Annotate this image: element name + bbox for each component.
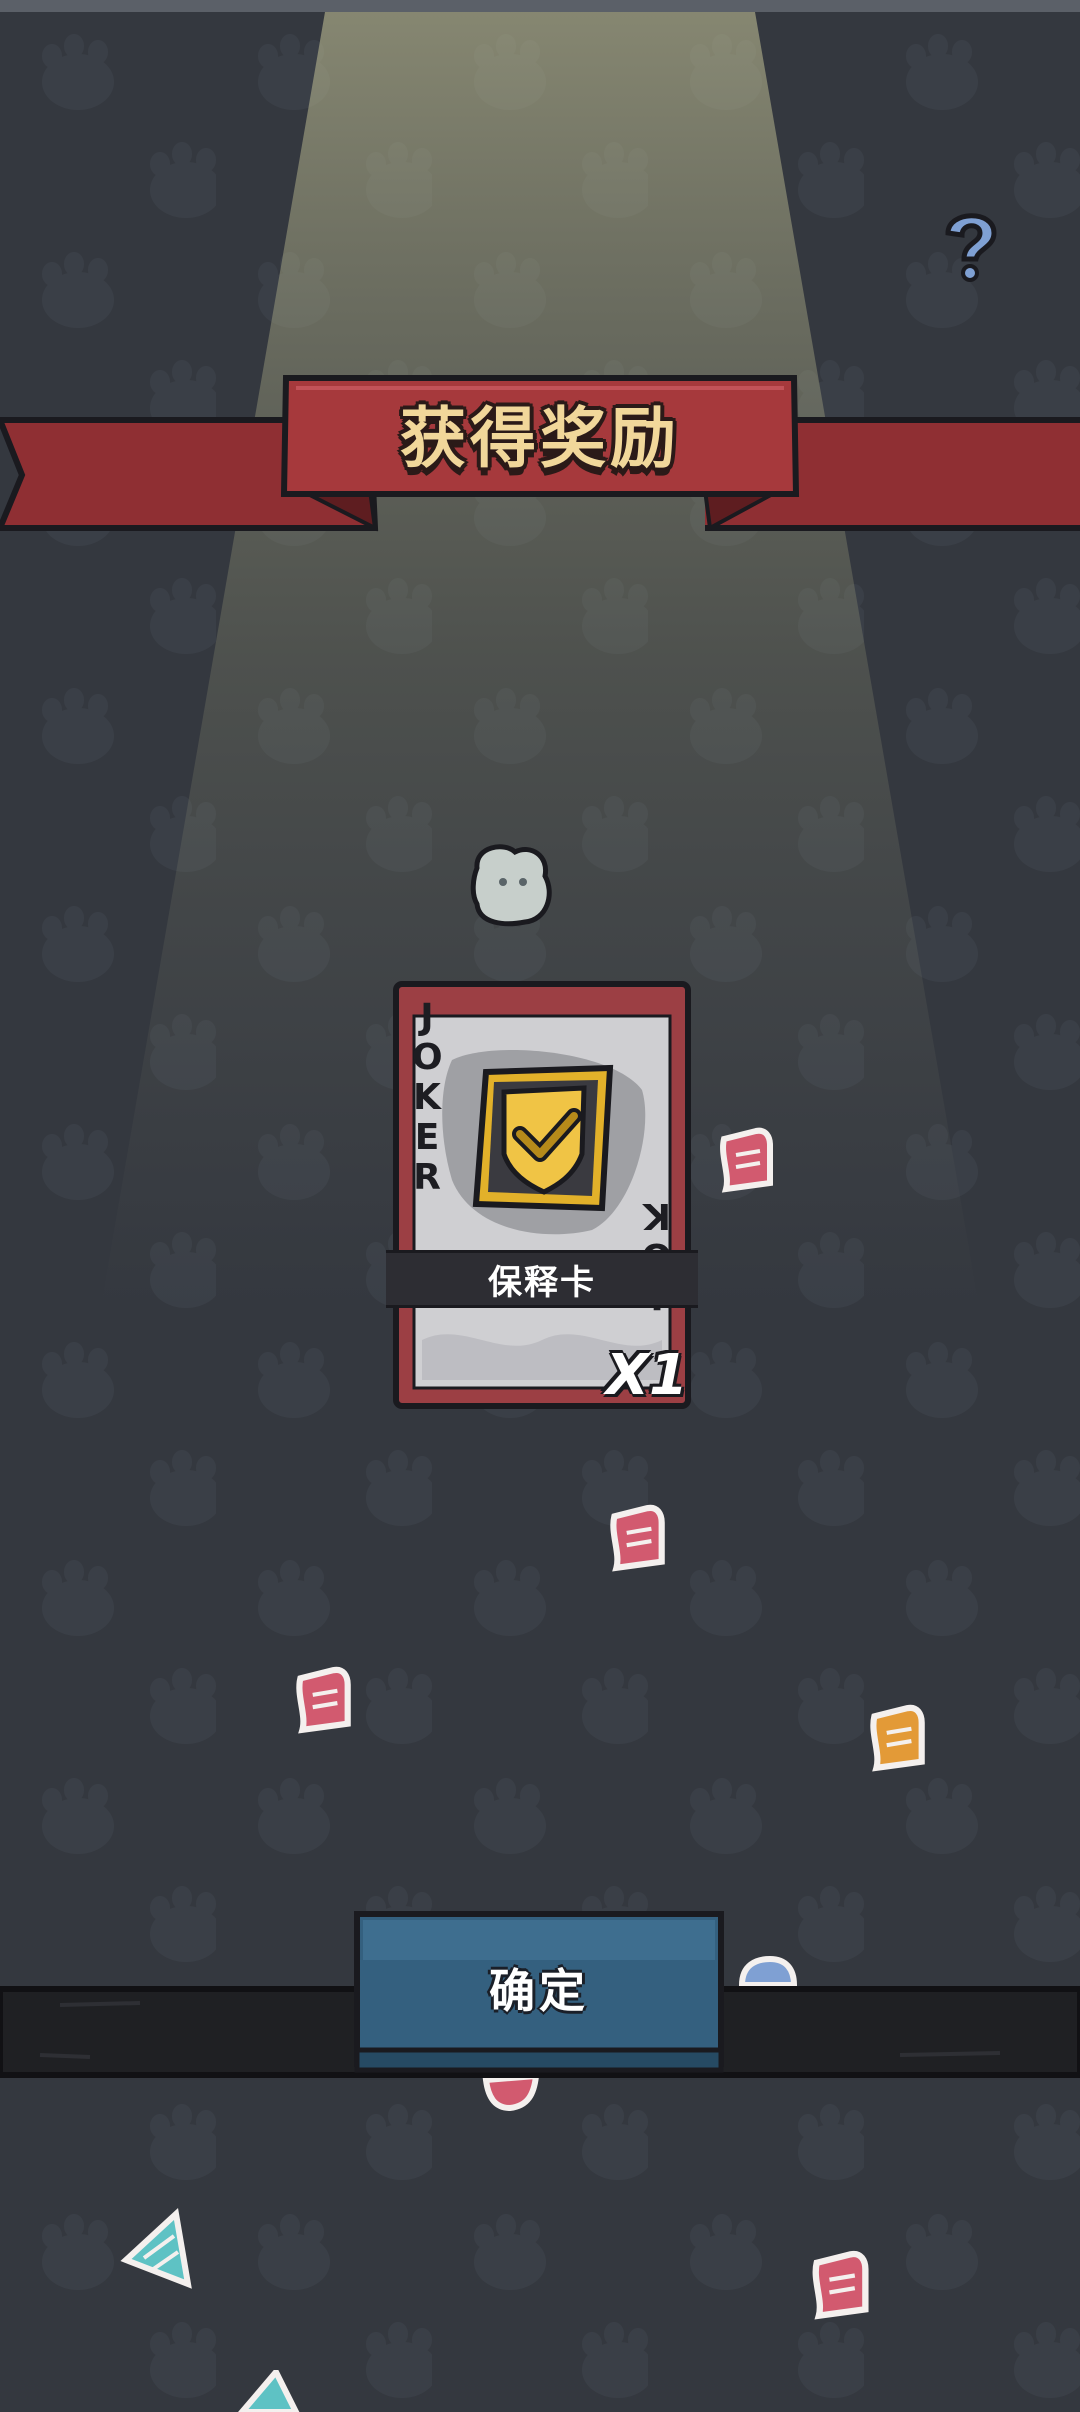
teal-triangle-confetti bbox=[120, 2208, 192, 2289]
shield-check-icon bbox=[472, 1064, 614, 1212]
red-ticket-confetti bbox=[812, 2250, 869, 2320]
red-ticket-confetti bbox=[720, 1127, 773, 1193]
confirm-button[interactable]: 确定 bbox=[353, 1910, 725, 2078]
reward-card: JOKER JOKER 保释卡 X1 bbox=[386, 980, 698, 1410]
card-item-name: 保释卡 bbox=[488, 1262, 596, 1303]
question-mark-confetti bbox=[945, 213, 997, 282]
teal-triangle-confetti bbox=[238, 2370, 300, 2412]
orange-ticket-confetti bbox=[870, 1704, 925, 1772]
card-quantity: X1 bbox=[605, 1343, 688, 1408]
red-ticket-confetti bbox=[296, 1666, 351, 1734]
card-corner-label-top: JOKER bbox=[412, 997, 443, 1198]
banner-title: 获得奖励 bbox=[400, 400, 680, 477]
card-name-bar: 保释卡 bbox=[386, 1250, 698, 1308]
red-ticket-confetti bbox=[610, 1504, 665, 1572]
confirm-button-label: 确定 bbox=[489, 1964, 589, 2018]
ghost-badge-confetti bbox=[470, 844, 552, 927]
